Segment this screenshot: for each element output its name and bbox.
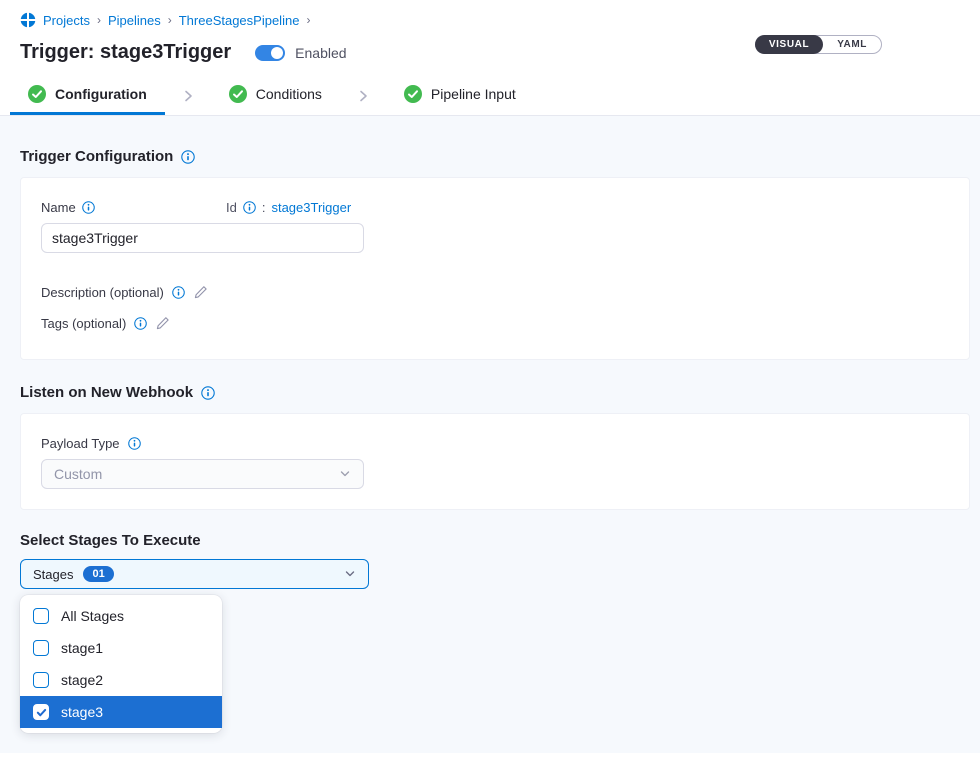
chevron-right-icon bbox=[356, 76, 370, 115]
section-title: Trigger Configuration bbox=[20, 148, 173, 165]
label-text: Name bbox=[41, 200, 76, 215]
payload-type-select[interactable]: Custom bbox=[41, 459, 364, 489]
info-icon[interactable] bbox=[181, 150, 195, 164]
breadcrumb-link-pipelines[interactable]: Pipelines bbox=[108, 13, 161, 28]
breadcrumb-link-pipeline-name[interactable]: ThreeStagesPipeline bbox=[179, 13, 300, 28]
id-label: Id bbox=[226, 200, 237, 215]
tab-pipeline-input[interactable]: Pipeline Input bbox=[386, 76, 534, 115]
edit-pencil-icon[interactable] bbox=[155, 316, 170, 331]
webhook-heading: Listen on New Webhook bbox=[20, 384, 970, 401]
enabled-label: Enabled bbox=[295, 45, 346, 61]
tab-label: Pipeline Input bbox=[431, 86, 516, 102]
toggle-knob bbox=[271, 47, 283, 59]
tab-configuration[interactable]: Configuration bbox=[10, 76, 165, 115]
projects-icon bbox=[20, 12, 36, 28]
stage-option[interactable]: stage2 bbox=[20, 664, 222, 696]
tab-label: Configuration bbox=[55, 86, 147, 102]
id-separator: : bbox=[262, 200, 266, 215]
check-circle-icon bbox=[229, 85, 247, 103]
stage-option-label: stage3 bbox=[61, 704, 103, 720]
stage-option-label: stage1 bbox=[61, 640, 103, 656]
breadcrumb-separator: › bbox=[306, 13, 310, 27]
stage-option-label: All Stages bbox=[61, 608, 124, 624]
select-stages-heading: Select Stages To Execute bbox=[20, 532, 970, 549]
info-icon[interactable] bbox=[82, 201, 95, 214]
visual-toggle-button[interactable]: VISUAL bbox=[755, 35, 823, 54]
info-icon[interactable] bbox=[243, 201, 256, 214]
stage-option[interactable]: stage1 bbox=[20, 632, 222, 664]
check-circle-icon bbox=[28, 85, 46, 103]
stages-multiselect[interactable]: Stages 01 bbox=[20, 559, 369, 589]
breadcrumb: Projects › Pipelines › ThreeStagesPipeli… bbox=[20, 12, 960, 28]
main-content: Trigger Configuration Name Id : stage3Tr… bbox=[0, 116, 980, 753]
payload-type-label-line: Payload Type bbox=[41, 436, 949, 451]
trigger-configuration-heading: Trigger Configuration bbox=[20, 148, 970, 165]
yaml-toggle-button[interactable]: YAML bbox=[823, 36, 881, 53]
trigger-id-value[interactable]: stage3Trigger bbox=[271, 200, 351, 215]
stages-select-label: Stages bbox=[33, 567, 73, 582]
stages-dropdown-menu: All Stages stage1 stage2 stage3 bbox=[20, 595, 222, 733]
checkbox-icon[interactable] bbox=[33, 608, 49, 624]
tab-conditions[interactable]: Conditions bbox=[211, 76, 340, 115]
stage-option[interactable]: stage3 bbox=[20, 696, 222, 728]
description-line: Description (optional) bbox=[41, 285, 949, 300]
checkbox-icon[interactable] bbox=[33, 672, 49, 688]
breadcrumb-separator: › bbox=[168, 13, 172, 27]
check-circle-icon bbox=[404, 85, 422, 103]
stage-option-label: stage2 bbox=[61, 672, 103, 688]
wizard-tabs: Configuration Conditions Pipeline Input bbox=[0, 76, 980, 116]
name-label: Name bbox=[41, 200, 226, 215]
trigger-id-line: Id : stage3Trigger bbox=[226, 200, 351, 215]
selected-count-badge: 01 bbox=[83, 566, 113, 582]
info-icon[interactable] bbox=[134, 317, 147, 330]
tab-label: Conditions bbox=[256, 86, 322, 102]
breadcrumb-separator: › bbox=[97, 13, 101, 27]
stage-option[interactable]: All Stages bbox=[20, 600, 222, 632]
page-title: Trigger: stage3Trigger bbox=[20, 41, 231, 64]
info-icon[interactable] bbox=[201, 386, 215, 400]
edit-pencil-icon[interactable] bbox=[193, 285, 208, 300]
description-label: Description (optional) bbox=[41, 285, 164, 300]
tags-label: Tags (optional) bbox=[41, 316, 126, 331]
trigger-configuration-card: Name Id : stage3Trigger Description (opt… bbox=[20, 177, 970, 360]
page-header: Projects › Pipelines › ThreeStagesPipeli… bbox=[0, 0, 980, 76]
chevron-down-icon bbox=[339, 468, 351, 480]
breadcrumb-link-projects[interactable]: Projects bbox=[43, 13, 90, 28]
webhook-card: Payload Type Custom bbox=[20, 413, 970, 510]
section-title: Listen on New Webhook bbox=[20, 384, 193, 401]
chevron-down-icon bbox=[344, 568, 356, 580]
info-icon[interactable] bbox=[128, 437, 141, 450]
checkbox-icon[interactable] bbox=[33, 640, 49, 656]
section-title: Select Stages To Execute bbox=[20, 532, 201, 549]
chevron-right-icon bbox=[181, 76, 195, 115]
info-icon[interactable] bbox=[172, 286, 185, 299]
visual-yaml-toggle: VISUAL YAML bbox=[755, 35, 882, 54]
payload-type-label: Payload Type bbox=[41, 436, 120, 451]
name-input[interactable] bbox=[41, 223, 364, 253]
tags-line: Tags (optional) bbox=[41, 316, 949, 331]
checkbox-icon[interactable] bbox=[33, 704, 49, 720]
enabled-toggle[interactable] bbox=[255, 45, 285, 61]
payload-type-value: Custom bbox=[54, 466, 102, 482]
